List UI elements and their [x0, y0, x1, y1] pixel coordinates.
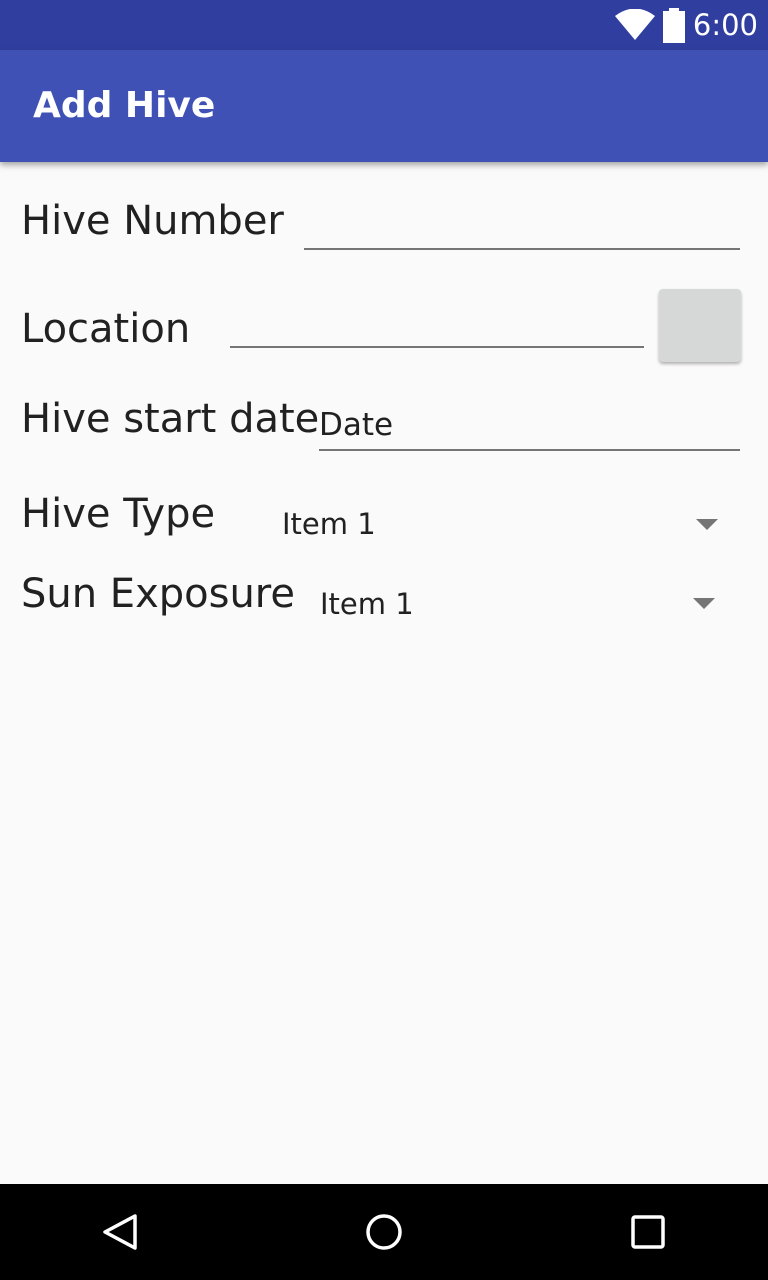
sun-exposure-label: Sun Exposure [21, 571, 295, 617]
hive-start-date-input[interactable]: Date [319, 404, 740, 451]
hive-number-label: Hive Number [21, 198, 284, 244]
location-button[interactable] [659, 289, 741, 362]
home-icon[interactable] [364, 1212, 404, 1256]
sun-exposure-spinner[interactable]: Item 1 [308, 574, 740, 634]
hive-start-date-label: Hive start date [21, 396, 320, 442]
dropdown-arrow-icon [696, 519, 718, 530]
location-label: Location [21, 306, 191, 352]
hive-type-spinner[interactable]: Item 1 [270, 494, 740, 554]
hive-type-selected: Item 1 [282, 507, 376, 541]
hive-start-date-value: Date [319, 407, 394, 443]
wifi-icon [614, 8, 656, 45]
recents-icon[interactable] [630, 1214, 666, 1254]
hive-type-label: Hive Type [21, 491, 216, 537]
dropdown-arrow-icon [693, 598, 715, 609]
hive-number-input[interactable] [304, 208, 740, 250]
back-icon[interactable] [100, 1212, 140, 1256]
status-time: 6:00 [692, 8, 758, 42]
location-input[interactable] [230, 306, 644, 348]
status-bar: 6:00 [0, 0, 768, 50]
battery-icon [662, 8, 686, 48]
page-title: Add Hive [33, 85, 216, 126]
sun-exposure-selected: Item 1 [320, 587, 414, 621]
app-bar: Add Hive [0, 50, 768, 162]
navigation-bar [0, 1184, 768, 1280]
